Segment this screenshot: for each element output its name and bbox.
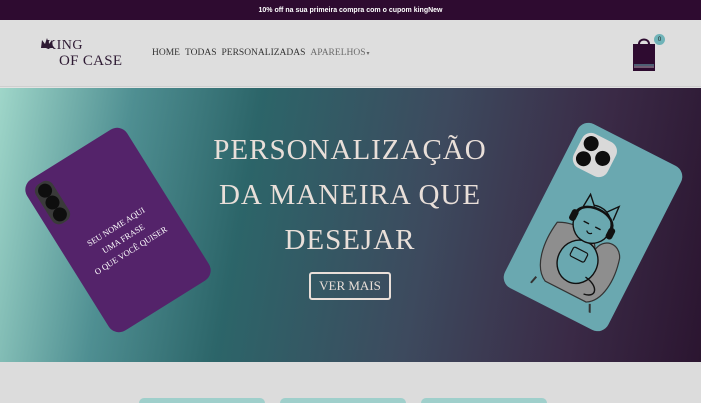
nav-item-todas[interactable]: TODAS	[185, 48, 217, 58]
cart-button[interactable]: 0	[632, 34, 668, 74]
nav-item-home[interactable]: HOME	[152, 48, 180, 58]
hero-title-line: DESEJAR	[284, 224, 416, 256]
ver-mais-button[interactable]: VER MAIS	[309, 272, 391, 300]
hero-title-line: DA MANEIRA QUE	[218, 179, 482, 211]
logo-line-2: OF CASE	[59, 53, 123, 69]
category-card[interactable]	[280, 398, 406, 403]
cat-with-headphones-illustration	[530, 192, 621, 313]
phone-case-purple: SEU NOME AQUI UMA FRASE O QUE VOCÊ QUISE…	[20, 123, 216, 337]
camera-lens	[573, 148, 594, 169]
category-card[interactable]	[139, 398, 265, 403]
site-header: KING OF CASE HOME TODAS PERSONALIZADAS A…	[0, 20, 701, 87]
hero-banner: SEU NOME AQUI UMA FRASE O QUE VOCÊ QUISE…	[0, 88, 701, 362]
promo-bar: 10% off na sua primeira compra com o cup…	[0, 0, 701, 20]
main-nav: HOME TODAS PERSONALIZADAS APARELHOS▾	[152, 48, 370, 58]
camera-module	[31, 177, 74, 228]
category-section	[0, 362, 701, 403]
category-card[interactable]	[421, 398, 547, 403]
case-custom-text: SEU NOME AQUI UMA FRASE O QUE VOCÊ QUISE…	[62, 189, 184, 287]
hero-title-line: PERSONALIZAÇÃO	[213, 134, 487, 166]
nav-item-aparelhos-label: APARELHOS	[310, 48, 366, 58]
nav-item-aparelhos[interactable]: APARELHOS▾	[310, 48, 369, 58]
shopping-bag-icon	[633, 38, 655, 71]
chevron-down-icon: ▾	[366, 51, 370, 57]
promo-text: 10% off na sua primeira compra com o cup…	[258, 6, 443, 14]
logo-line-1: KING	[46, 38, 83, 53]
camera-lens	[592, 148, 613, 169]
hero-title: PERSONALIZAÇÃO DA MANEIRA QUE DESEJAR	[200, 128, 500, 263]
cart-count-badge: 0	[654, 34, 665, 45]
logo[interactable]: KING OF CASE	[40, 36, 140, 72]
phone-case-teal	[499, 118, 687, 336]
camera-module	[569, 129, 621, 181]
nav-item-personalizadas[interactable]: PERSONALIZADAS	[221, 48, 305, 58]
